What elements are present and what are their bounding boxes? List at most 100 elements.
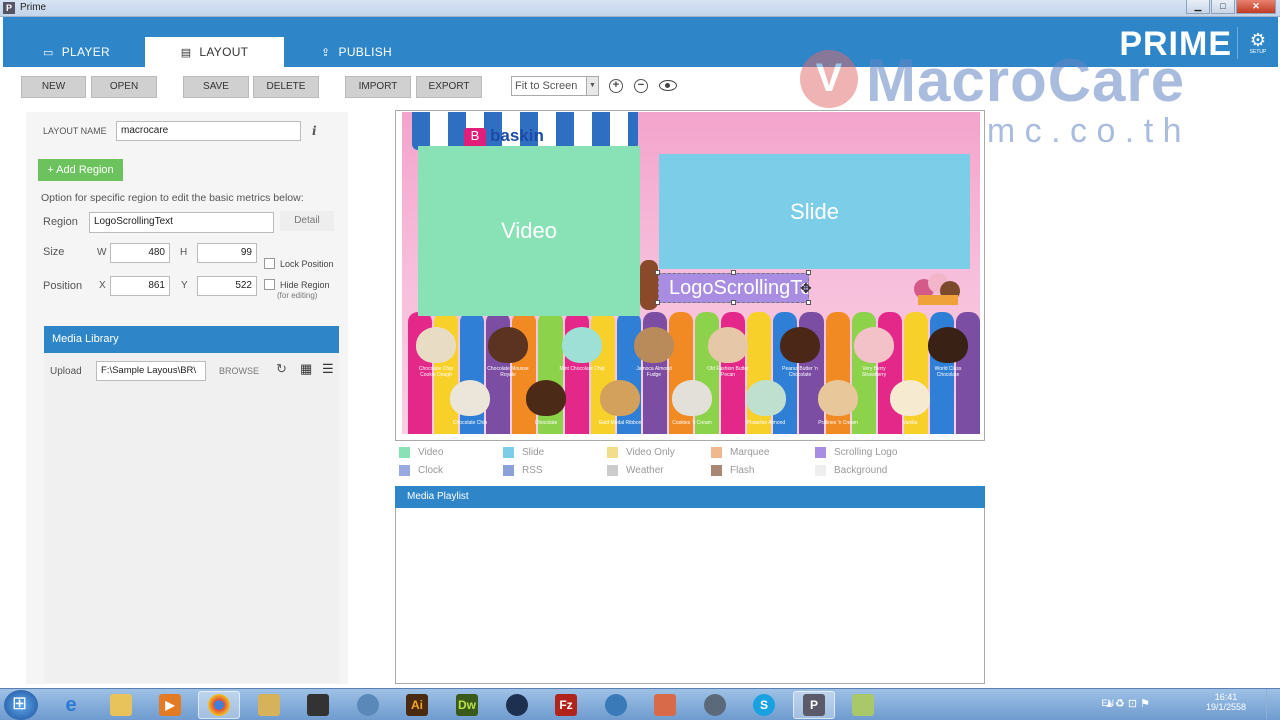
app-icon: P xyxy=(3,2,15,14)
list-view-icon[interactable]: ☰ xyxy=(322,361,334,377)
tab-layout[interactable]: ▤ LAYOUT xyxy=(145,37,284,67)
scoop-image xyxy=(672,380,712,416)
zoom-in-icon[interactable]: + xyxy=(609,79,623,93)
position-y-input[interactable]: 522 xyxy=(197,276,257,296)
media-playlist-body[interactable] xyxy=(395,508,985,684)
info-icon[interactable]: i xyxy=(312,124,317,138)
window-title: Prime xyxy=(20,2,47,13)
legend-item: RSS xyxy=(503,465,543,476)
width-input[interactable]: 480 xyxy=(110,243,170,263)
browse-button[interactable]: BROWSE xyxy=(219,366,259,376)
scoop-image xyxy=(854,327,894,363)
width-label: W xyxy=(97,247,107,258)
app-taskbar-icon[interactable] xyxy=(496,691,538,719)
hide-region-checkbox[interactable] xyxy=(264,279,275,290)
app-taskbar-icon[interactable] xyxy=(248,691,290,719)
logo-scrolling-region[interactable]: LogoScrollingText xyxy=(658,273,809,303)
filezilla-taskbar-icon[interactable]: Fz xyxy=(545,691,587,719)
setup-label: SETUP xyxy=(1249,49,1267,55)
refresh-icon[interactable]: ↻ xyxy=(276,361,287,377)
region-name-input[interactable]: LogoScrollingText xyxy=(89,212,274,233)
ie-taskbar-icon[interactable]: e xyxy=(50,691,92,719)
close-button[interactable]: ✕ xyxy=(1236,0,1276,14)
app-taskbar-icon[interactable] xyxy=(347,691,389,719)
chrome-taskbar-icon[interactable] xyxy=(198,691,240,719)
app-taskbar-icon[interactable] xyxy=(644,691,686,719)
tab-publish-label: PUBLISH xyxy=(338,45,392,59)
media-library-body: Upload F:\Sample Layous\BR\ BROWSE ↻ ▦ ☰ xyxy=(44,353,339,683)
fit-to-screen-select[interactable]: Fit to Screen ▼ xyxy=(511,76,599,96)
import-button[interactable]: IMPORT xyxy=(345,76,411,98)
layout-name-input[interactable]: macrocare xyxy=(116,121,301,141)
open-button[interactable]: OPEN xyxy=(91,76,157,98)
maximize-button[interactable]: □ xyxy=(1211,0,1235,14)
skype-taskbar-icon[interactable]: S xyxy=(743,691,785,719)
minimize-button[interactable]: ▁ xyxy=(1186,0,1210,14)
setup-button[interactable]: ⚙ SETUP xyxy=(1244,31,1272,55)
legend-item: Marquee xyxy=(711,447,769,458)
flavor-label: World Class Chocolate xyxy=(934,366,962,378)
grid-view-icon[interactable]: ▦ xyxy=(300,361,312,377)
size-label: Size xyxy=(43,246,65,258)
save-button[interactable]: SAVE xyxy=(183,76,249,98)
legend-swatch xyxy=(503,465,514,476)
clock[interactable]: 16:41 19/1/2558 xyxy=(1204,692,1248,712)
position-x-input[interactable]: 861 xyxy=(110,276,170,296)
flavor-label: Pistachio Almond xyxy=(746,420,786,426)
illustrator-taskbar-icon[interactable]: Ai xyxy=(396,691,438,719)
gear-icon: ⚙ xyxy=(1249,30,1267,50)
video-region[interactable]: Video xyxy=(418,146,640,316)
detail-button[interactable]: Detail xyxy=(280,211,334,231)
upload-path-input[interactable]: F:\Sample Layous\BR\ xyxy=(96,361,206,381)
dreamweaver-taskbar-icon[interactable]: Dw xyxy=(446,691,488,719)
legend-swatch xyxy=(503,447,514,458)
resize-handle[interactable] xyxy=(806,270,811,275)
add-region-button[interactable]: + Add Region xyxy=(38,159,123,181)
height-label: H xyxy=(180,247,188,258)
flavor-label: Mint Chocolate Chip xyxy=(559,366,605,372)
media-player-taskbar-icon[interactable]: ▶ xyxy=(149,691,191,719)
legend-item: Weather xyxy=(607,465,664,476)
resize-handle[interactable] xyxy=(731,270,736,275)
new-button[interactable]: NEW xyxy=(21,76,86,98)
legend-item: Clock xyxy=(399,465,443,476)
tab-player-label: PLAYER xyxy=(61,45,110,59)
legend-label: Video xyxy=(418,447,444,458)
app-taskbar-icon[interactable] xyxy=(595,691,637,719)
legend-item: Flash xyxy=(711,465,754,476)
scoop-image xyxy=(928,327,968,363)
resize-handle[interactable] xyxy=(731,300,736,305)
legend-label: Slide xyxy=(522,447,545,458)
show-desktop-button[interactable] xyxy=(1266,689,1278,719)
prime-taskbar-icon[interactable]: P xyxy=(793,691,835,719)
resize-handle[interactable] xyxy=(806,300,811,305)
app-taskbar-icon[interactable] xyxy=(694,691,736,719)
scoop-image xyxy=(890,380,930,416)
resize-handle[interactable] xyxy=(655,300,660,305)
preview-eye-icon[interactable] xyxy=(659,80,677,91)
flavor-label: Gold Medal Ribbon xyxy=(598,420,642,426)
publish-icon: ⇪ xyxy=(321,46,331,59)
move-icon[interactable]: ✥ xyxy=(800,280,812,297)
legend-label: Weather xyxy=(626,465,664,476)
delete-button[interactable]: DELETE xyxy=(253,76,319,98)
lock-position-label: Lock Position xyxy=(280,259,334,269)
height-input[interactable]: 99 xyxy=(197,243,257,263)
x-label: X xyxy=(99,280,106,291)
app-taskbar-icon[interactable] xyxy=(842,691,884,719)
app-taskbar-icon[interactable] xyxy=(297,691,339,719)
tab-publish[interactable]: ⇪ PUBLISH xyxy=(321,37,392,67)
resize-handle[interactable] xyxy=(655,270,660,275)
scoop-image xyxy=(416,327,456,363)
slide-region[interactable]: Slide xyxy=(659,154,970,269)
scoop-image xyxy=(450,380,490,416)
lock-position-checkbox[interactable] xyxy=(264,258,275,269)
start-button[interactable] xyxy=(4,690,38,720)
zoom-out-icon[interactable]: − xyxy=(634,79,648,93)
export-button[interactable]: EXPORT xyxy=(416,76,482,98)
tray-icons[interactable]: ▴ ♻ ⊡ ⚑ xyxy=(1106,697,1150,710)
tab-player[interactable]: ▭ PLAYER xyxy=(43,37,110,67)
explorer-taskbar-icon[interactable] xyxy=(100,691,142,719)
flavor-label: Chocolate xyxy=(534,420,558,426)
scoop-image xyxy=(600,380,640,416)
